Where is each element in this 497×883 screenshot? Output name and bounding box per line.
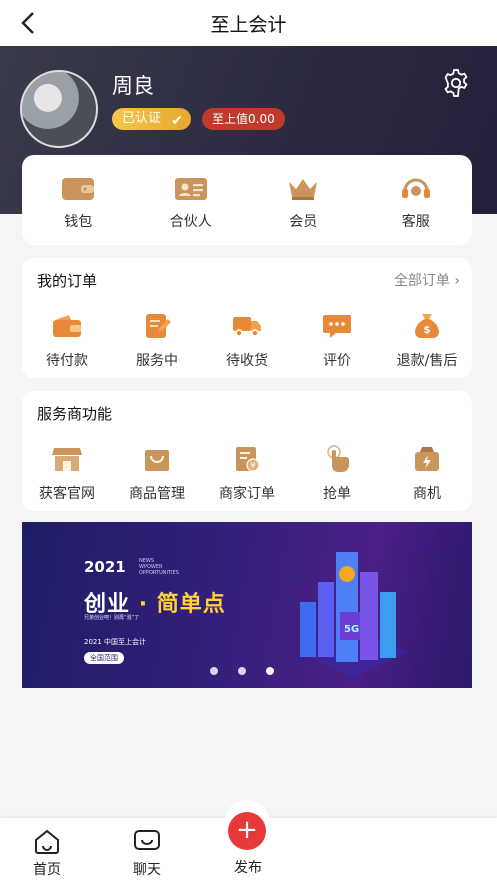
grab-order-button[interactable]: 抢单 (292, 445, 382, 503)
carousel-dot[interactable] (238, 667, 246, 675)
lead-website-label: 获客官网 (39, 486, 95, 502)
customer-service-label: 客服 (401, 214, 430, 230)
product-management-button[interactable]: 商品管理 (112, 445, 202, 503)
wallet-icon (61, 175, 95, 203)
banner-headline-dot: · (138, 592, 149, 617)
back-arrow-icon[interactable] (16, 9, 44, 37)
home-icon (35, 829, 59, 854)
truck-icon (230, 312, 264, 340)
business-opportunity-label: 商机 (413, 486, 441, 502)
banner-5g-label: 5G (344, 624, 359, 635)
wallet-button[interactable]: 钱包 (22, 155, 135, 245)
avatar[interactable] (20, 70, 98, 148)
svg-text:$: $ (424, 325, 431, 336)
lightning-bag-icon (410, 445, 444, 473)
wallet-label: 钱包 (64, 214, 93, 230)
customer-service-button[interactable]: 客服 (360, 155, 473, 245)
review-button[interactable]: 评价 (292, 312, 382, 370)
all-orders-link[interactable]: 全部订单 › (394, 270, 460, 290)
review-label: 评价 (323, 353, 351, 369)
verified-badge-label: 已认证 (122, 111, 162, 126)
carousel-dot-active[interactable] (266, 667, 274, 675)
headset-icon (399, 175, 433, 203)
quick-actions-card: 钱包 合伙人 会员 客服 (22, 155, 472, 245)
publish-button[interactable]: + (228, 812, 266, 850)
refund-label: 退款/售后 (396, 353, 458, 369)
chat-bubble-icon (320, 312, 354, 340)
carousel-dot[interactable] (210, 667, 218, 675)
tab-chat[interactable]: 聊天 (117, 828, 177, 879)
id-card-icon (174, 175, 208, 203)
banner-pill: 全国范围 (84, 652, 124, 664)
chat-icon (134, 830, 160, 850)
all-orders-label: 全部订单 (393, 273, 450, 289)
document-edit-icon (140, 312, 174, 340)
tab-home[interactable]: 首页 (17, 828, 77, 879)
member-button[interactable]: 会员 (247, 155, 360, 245)
banner-sub-line: OPPORTUNITIES (139, 570, 179, 576)
service-provider-card: 服务商功能 获客官网 商品管理 ¥ 商家订单 抢单 商机 (22, 391, 472, 511)
verified-badge: 已认证 ✔ (112, 108, 192, 130)
city-illustration-icon: 5G (298, 552, 408, 677)
page-title: 至上会计 (210, 13, 287, 36)
banner-year: 2021 (84, 558, 126, 576)
banner-sub-lines: NEWS WPOWER OPPORTUNITIES (139, 558, 189, 576)
my-orders-card: 我的订单 全部订单 › 待付款 服务中 待收货 评价 $ 退款/售后 (22, 258, 472, 378)
pending-receipt-button[interactable]: 待收货 (202, 312, 292, 370)
merchant-orders-label: 商家订单 (219, 486, 275, 502)
banner-tagline: 兄弟创业吧！别再“混”了 (84, 615, 140, 621)
my-orders-title: 我的订单 (37, 272, 98, 290)
pending-payment-label: 待付款 (46, 353, 88, 369)
service-function-row: 获客官网 商品管理 ¥ 商家订单 抢单 商机 (22, 445, 472, 503)
hand-tap-icon (320, 445, 354, 473)
wallet-pay-icon (50, 312, 84, 340)
in-service-button[interactable]: 服务中 (112, 312, 202, 370)
user-name: 周良 (112, 74, 154, 98)
order-status-row: 待付款 服务中 待收货 评价 $ 退款/售后 (22, 312, 472, 370)
tab-home-label: 首页 (33, 862, 61, 878)
crown-icon (286, 175, 320, 203)
in-service-label: 服务中 (136, 353, 178, 369)
partner-label: 合伙人 (169, 214, 212, 230)
tab-chat-label: 聊天 (133, 862, 161, 878)
top-bar: 至上会计 (0, 0, 497, 46)
lead-website-button[interactable]: 获客官网 (22, 445, 112, 503)
grab-order-label: 抢单 (323, 486, 351, 502)
banner-line: 2021 中国至上会计 (84, 638, 147, 646)
carousel-dots (210, 667, 274, 675)
pending-receipt-label: 待收货 (226, 353, 268, 369)
tab-publish-label: 发布 (234, 860, 262, 876)
promo-banner[interactable]: 2021 NEWS WPOWER OPPORTUNITIES 创业 · 简单点 … (22, 522, 472, 688)
partner-button[interactable]: 合伙人 (135, 155, 248, 245)
invoice-icon: ¥ (230, 445, 264, 473)
chevron-right-icon: › (454, 273, 460, 289)
business-opportunity-button[interactable]: 商机 (382, 445, 472, 503)
svg-text:¥: ¥ (250, 461, 255, 470)
settings-gear-icon[interactable] (441, 68, 471, 98)
refund-button[interactable]: $ 退款/售后 (382, 312, 472, 370)
banner-headline-right: 简单点 (156, 592, 226, 617)
product-management-label: 商品管理 (129, 486, 185, 502)
money-bag-icon: $ (410, 312, 444, 340)
merchant-orders-button[interactable]: ¥ 商家订单 (202, 445, 292, 503)
value-badge[interactable]: 至上值0.00 (202, 108, 285, 130)
member-label: 会员 (289, 214, 318, 230)
checkmark-icon: ✔ (171, 113, 184, 129)
storefront-icon (50, 445, 84, 473)
service-provider-title: 服务商功能 (37, 405, 113, 423)
pending-payment-button[interactable]: 待付款 (22, 312, 112, 370)
shopping-bag-icon (140, 445, 174, 473)
